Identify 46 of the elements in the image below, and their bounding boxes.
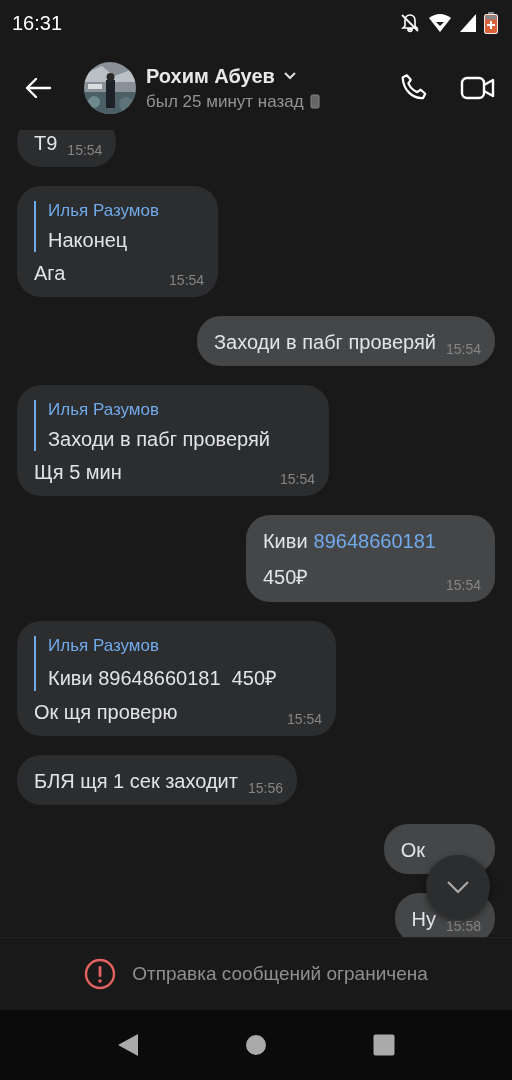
reply-author: Илья Разумов — [48, 636, 161, 656]
home-nav-button[interactable] — [245, 1034, 267, 1056]
message-text: Ок щя проверю — [34, 701, 178, 724]
notice-text: Отправка сообщений ограничена — [132, 963, 428, 985]
wifi-icon — [428, 13, 452, 33]
phone-link[interactable]: 89648660181 — [313, 530, 436, 553]
message-time: 15:54 — [67, 142, 103, 158]
message-text: Киви — [262, 530, 308, 553]
reply-author: Илья Разумов — [48, 400, 161, 420]
reply-author: Илья Разумов — [48, 201, 160, 221]
message-time: 15:54 — [287, 711, 323, 727]
message-text: Ага — [34, 262, 66, 285]
message-time: 15:54 — [280, 471, 316, 487]
reply-quote[interactable]: Илья Разумов Заходи в пабг проверяй — [34, 400, 270, 451]
battery-icon — [484, 12, 498, 34]
message-text: Т9 — [34, 132, 58, 155]
phone-device-icon — [309, 94, 320, 109]
message-text: Щя 5 мин — [34, 461, 122, 484]
video-call-button[interactable] — [460, 74, 496, 102]
message-time: 15:54 — [445, 577, 481, 593]
message-text: Ок — [400, 839, 425, 862]
message-text: Заходи в пабг проверяй — [213, 331, 436, 354]
reply-text: Киви 89648660181 450₽ — [48, 666, 277, 691]
warning-icon — [84, 958, 117, 990]
chevron-down-icon[interactable] — [282, 71, 297, 81]
contact-name[interactable]: Рохим Абуев — [146, 64, 275, 88]
reply-quote[interactable]: Илья Разумов Киви 89648660181 450₽ — [34, 636, 277, 691]
avatar[interactable] — [84, 62, 136, 114]
message-time: 15:56 — [247, 780, 283, 796]
chevron-down-icon — [446, 880, 470, 894]
message-time: 15:54 — [445, 341, 481, 357]
reply-quote[interactable]: Илья Разумов Наконец — [34, 201, 160, 252]
back-nav-button[interactable] — [117, 1033, 139, 1057]
back-button[interactable] — [24, 76, 52, 100]
last-seen-text: был 25 минут назад — [146, 91, 304, 112]
message-time: 15:54 — [169, 272, 205, 288]
message-text: 450₽ — [262, 565, 309, 590]
bell-off-icon — [400, 13, 420, 33]
reply-text: Наконец — [48, 229, 129, 252]
status-time: 16:31 — [12, 11, 63, 35]
reply-text: Заходи в пабг проверяй — [48, 428, 270, 451]
signal-icon — [460, 14, 476, 32]
message-text: БЛЯ щя 1 сек заходит — [34, 770, 238, 793]
message-time: 15:58 — [445, 918, 481, 934]
recents-nav-button[interactable] — [373, 1034, 395, 1056]
message-text: Ну — [411, 908, 436, 931]
